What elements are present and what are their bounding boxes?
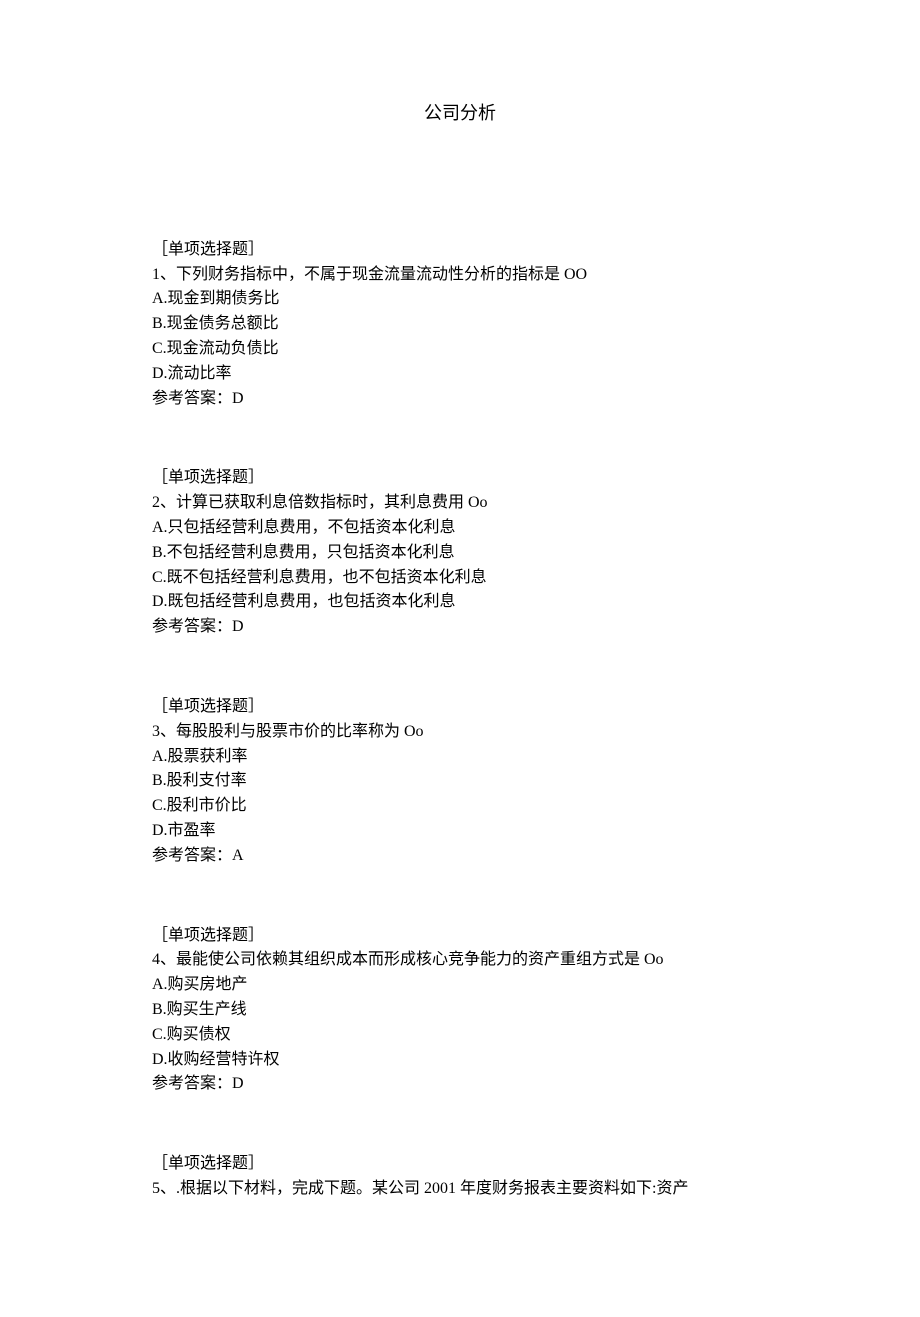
question-stem: 3、每股股利与股票市价的比率称为 Oo (120, 720, 800, 745)
question-option: B.不包括经营利息费用，只包括资本化利息 (120, 541, 800, 566)
question-type-label: ［单项选择题］ (120, 924, 800, 949)
question-answer: 参考答案：D (120, 615, 800, 640)
question-type-label: ［单项选择题］ (120, 1152, 800, 1177)
question-option: A.只包括经营利息费用，不包括资本化利息 (120, 516, 800, 541)
question-answer: 参考答案：D (120, 387, 800, 412)
question-answer: 参考答案：D (120, 1072, 800, 1097)
document-page: 公司分析 ［单项选择题］ 1、下列财务指标中，不属于现金流量流动性分析的指标是 … (0, 0, 920, 1317)
question-option: B.现金债务总额比 (120, 312, 800, 337)
question-option: A.购买房地产 (120, 973, 800, 998)
question-option: D.市盈率 (120, 819, 800, 844)
question-option: A.股票获利率 (120, 745, 800, 770)
question-stem: 4、最能使公司依赖其组织成本而形成核心竞争能力的资产重组方式是 Oo (120, 948, 800, 973)
question-option: C.股利市价比 (120, 794, 800, 819)
question-option: B.股利支付率 (120, 769, 800, 794)
question-option: D.收购经营特许权 (120, 1048, 800, 1073)
question-answer: 参考答案：A (120, 844, 800, 869)
question-type-label: ［单项选择题］ (120, 238, 800, 263)
question-type-label: ［单项选择题］ (120, 695, 800, 720)
question-option: C.购买债权 (120, 1023, 800, 1048)
question-option: D.既包括经营利息费用，也包括资本化利息 (120, 590, 800, 615)
question-block: ［单项选择题］ 1、下列财务指标中，不属于现金流量流动性分析的指标是 OO A.… (120, 238, 800, 412)
question-stem: 5、.根据以下材料，完成下题。某公司 2001 年度财务报表主要资料如下:资产 (120, 1177, 800, 1202)
question-block: ［单项选择题］ 5、.根据以下材料，完成下题。某公司 2001 年度财务报表主要… (120, 1152, 800, 1202)
question-type-label: ［单项选择题］ (120, 466, 800, 491)
question-stem: 2、计算已获取利息倍数指标时，其利息费用 Oo (120, 491, 800, 516)
question-option: D.流动比率 (120, 362, 800, 387)
question-stem: 1、下列财务指标中，不属于现金流量流动性分析的指标是 OO (120, 263, 800, 288)
question-block: ［单项选择题］ 4、最能使公司依赖其组织成本而形成核心竞争能力的资产重组方式是 … (120, 924, 800, 1098)
question-option: B.购买生产线 (120, 998, 800, 1023)
question-block: ［单项选择题］ 3、每股股利与股票市价的比率称为 Oo A.股票获利率 B.股利… (120, 695, 800, 869)
question-block: ［单项选择题］ 2、计算已获取利息倍数指标时，其利息费用 Oo A.只包括经营利… (120, 466, 800, 640)
question-option: C.现金流动负债比 (120, 337, 800, 362)
document-title: 公司分析 (120, 100, 800, 128)
question-option: C.既不包括经营利息费用，也不包括资本化利息 (120, 566, 800, 591)
question-option: A.现金到期债务比 (120, 287, 800, 312)
